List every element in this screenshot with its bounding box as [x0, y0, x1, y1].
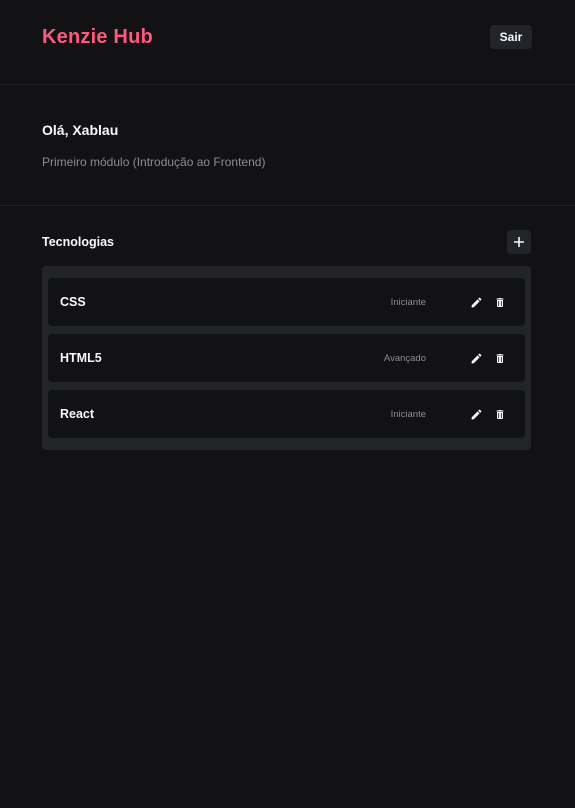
technology-name: React — [60, 407, 95, 421]
app-logo: Kenzie Hub — [42, 26, 153, 48]
logout-button[interactable]: Sair — [490, 25, 532, 49]
edit-technology-button[interactable] — [469, 295, 483, 309]
technology-actions — [469, 295, 507, 309]
pencil-icon — [471, 297, 481, 307]
technologies-header: Tecnologias — [42, 230, 531, 254]
app-header: Kenzie Hub Sair — [0, 0, 575, 85]
pencil-icon — [471, 353, 481, 363]
technology-status: Avançado — [383, 352, 426, 364]
pencil-icon — [471, 409, 481, 419]
technology-item[interactable]: React Iniciante — [48, 390, 525, 438]
plus-icon — [514, 237, 524, 247]
add-technology-button[interactable] — [507, 230, 531, 254]
delete-technology-button[interactable] — [493, 407, 507, 421]
trash-icon — [496, 297, 504, 307]
technology-item[interactable]: CSS Iniciante — [48, 278, 525, 326]
technology-item[interactable]: HTML5 Avançado — [48, 334, 525, 382]
profile-section: Olá, Xablau Primeiro módulo (Introdução … — [0, 85, 575, 206]
delete-technology-button[interactable] — [493, 351, 507, 365]
technologies-section: Tecnologias CSS Iniciante HTML5 Avançado… — [0, 206, 575, 450]
technologies-title: Tecnologias — [42, 235, 115, 249]
technology-actions — [469, 407, 507, 421]
technology-status: Iniciante — [390, 296, 426, 308]
technology-name: HTML5 — [60, 351, 102, 365]
edit-technology-button[interactable] — [469, 351, 483, 365]
trash-icon — [496, 353, 504, 363]
trash-icon — [496, 409, 504, 419]
technology-actions — [469, 351, 507, 365]
user-module: Primeiro módulo (Introdução ao Frontend) — [42, 155, 266, 169]
delete-technology-button[interactable] — [493, 295, 507, 309]
dashboard-page: Kenzie Hub Sair Olá, Xablau Primeiro mód… — [0, 0, 575, 808]
technology-status: Iniciante — [390, 408, 426, 420]
user-greeting: Olá, Xablau — [42, 122, 119, 138]
technologies-list: CSS Iniciante HTML5 Avançado React Inici… — [42, 266, 531, 450]
technology-name: CSS — [60, 295, 86, 309]
edit-technology-button[interactable] — [469, 407, 483, 421]
